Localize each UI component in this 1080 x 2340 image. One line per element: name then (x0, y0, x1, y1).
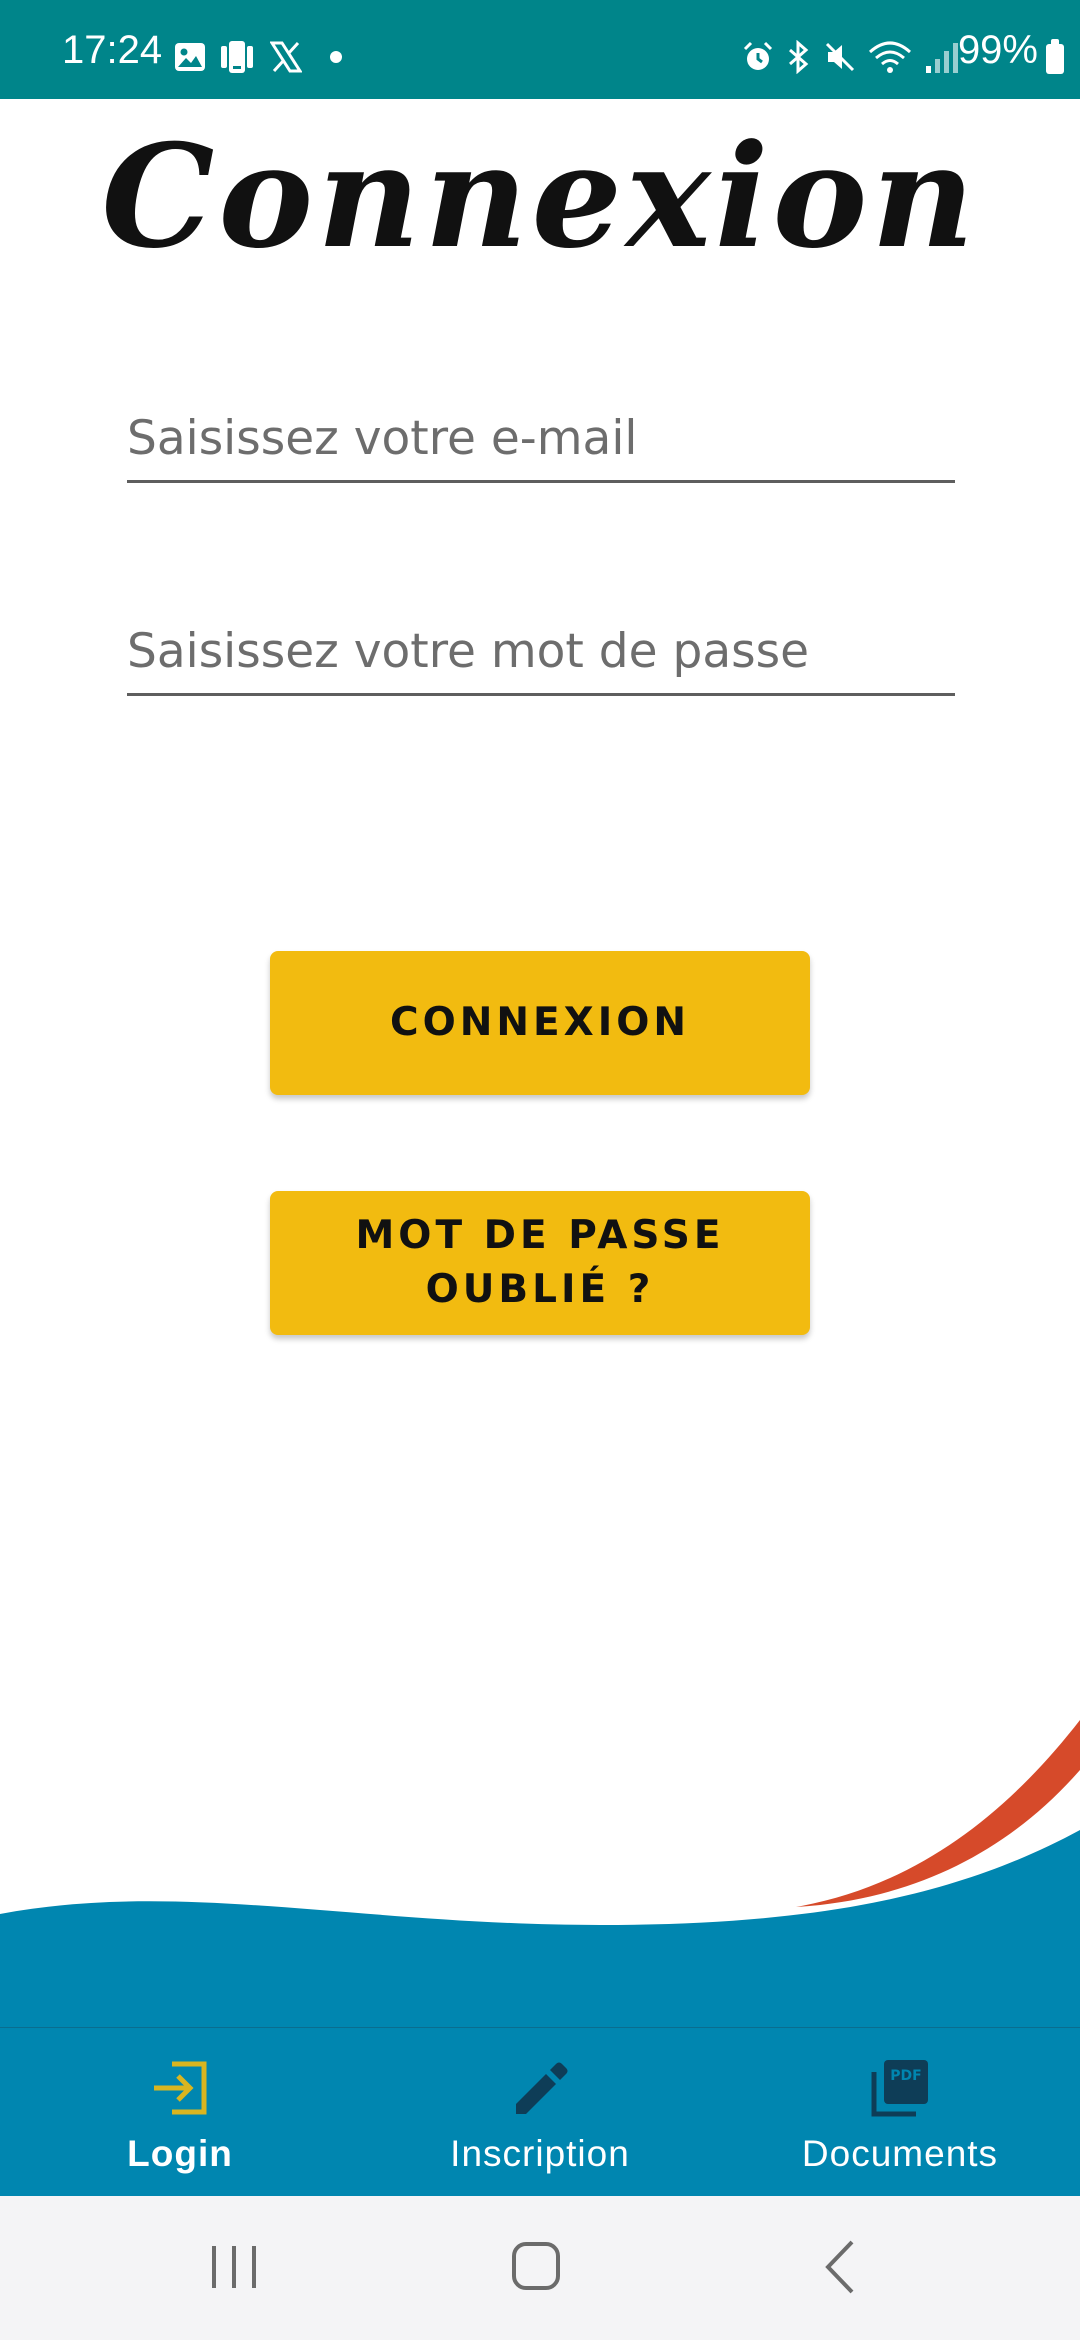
svg-text:PDF: PDF (890, 2068, 921, 2084)
nav-label-inscription: Inscription (450, 2133, 630, 2174)
login-button[interactable]: CONNEXION (270, 951, 810, 1095)
nav-label-login: Login (127, 2133, 233, 2174)
battery-icon (1046, 39, 1064, 74)
forgot-password-button[interactable]: MOT DE PASSE OUBLIÉ ? (270, 1191, 810, 1335)
pdf-documents-icon: PDF (871, 2060, 928, 2117)
blue-wave (0, 1830, 1080, 2030)
alarm-icon (743, 41, 773, 70)
nav-item-inscription[interactable]: Inscription (360, 2028, 720, 2197)
x-logo-icon (270, 41, 302, 73)
signal-icon (926, 43, 958, 73)
status-bar: 17:24 99% (0, 0, 1080, 99)
system-navigation-bar (0, 2196, 1080, 2340)
bottom-navigation: Login Inscription PDF Documents (0, 2027, 1080, 2197)
page-title: Connexion (101, 114, 979, 280)
battery-percent: 99% (957, 28, 1038, 72)
login-screen: 17:24 99% Connexion Saisissez votre e-ma… (0, 0, 1080, 2340)
wave-decoration (0, 1720, 1080, 2030)
device-sync-icon (221, 41, 253, 73)
email-field[interactable] (127, 396, 955, 483)
home-icon[interactable] (496, 2232, 576, 2302)
pencil-icon (516, 2062, 568, 2114)
nav-label-documents: Documents (801, 2133, 999, 2174)
nav-item-documents[interactable]: PDF Documents (720, 2028, 1080, 2197)
status-notification-icons (174, 40, 346, 74)
recent-apps-icon[interactable] (194, 2232, 274, 2302)
status-system-icons (742, 40, 960, 74)
wifi-icon (868, 41, 912, 73)
dot-icon (330, 51, 342, 63)
bluetooth-icon (789, 40, 809, 74)
mute-icon (825, 42, 855, 72)
nav-item-login[interactable]: Login (0, 2028, 360, 2197)
back-icon[interactable] (800, 2232, 880, 2302)
login-arrow-icon (154, 2061, 207, 2115)
password-field[interactable] (127, 609, 955, 696)
status-time: 17:24 (62, 28, 163, 72)
image-icon (175, 43, 205, 71)
